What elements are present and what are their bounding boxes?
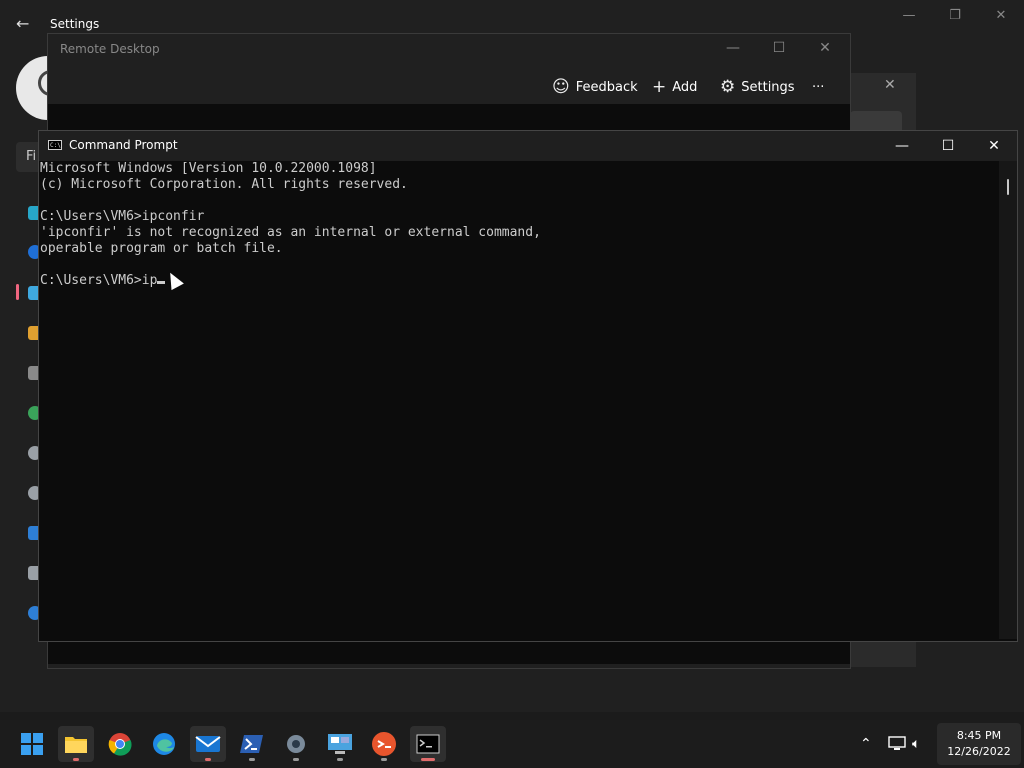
add-button[interactable]: + Add <box>652 76 697 98</box>
cmd-line: 'ipconfir' is not recognized as an inter… <box>40 225 541 240</box>
plus-icon: + <box>652 77 667 97</box>
clock-time: 8:45 PM <box>956 729 1002 742</box>
control-panel-icon[interactable] <box>322 726 358 762</box>
cmd-titlebar[interactable]: C:\ Command Prompt — ☐ ✕ <box>39 131 1017 161</box>
powershell-icon[interactable] <box>234 726 270 762</box>
gear-icon: ⚙ <box>720 77 736 97</box>
minimize-icon[interactable]: — <box>886 8 932 26</box>
remote-desktop-icon[interactable] <box>366 726 402 762</box>
windows-start-icon[interactable] <box>14 726 50 762</box>
running-indicator <box>293 758 299 761</box>
clock[interactable]: 8:45 PM 12/26/2022 <box>937 723 1021 765</box>
minimize-icon[interactable]: — <box>879 131 925 161</box>
smiley-icon: ☺ <box>552 77 570 97</box>
running-indicator <box>205 758 211 761</box>
cmd-input-line[interactable]: C:\Users\VM6>ip <box>40 273 998 289</box>
cmd-line: Microsoft Windows [Version 10.0.22000.10… <box>40 161 377 176</box>
more-options-button[interactable]: ··· <box>812 76 824 98</box>
close-icon[interactable]: ✕ <box>802 40 848 58</box>
edge-icon[interactable] <box>146 726 182 762</box>
settings-gear-icon[interactable] <box>278 726 314 762</box>
command-prompt-icon[interactable] <box>410 726 446 762</box>
back-arrow-icon[interactable]: ← <box>16 14 29 33</box>
cmd-line <box>40 193 998 209</box>
chrome-icon[interactable] <box>102 726 138 762</box>
restore-icon[interactable]: ❐ <box>932 8 978 26</box>
volume-icon[interactable]: 🔈︎ <box>912 720 920 768</box>
close-icon[interactable]: ✕ <box>978 8 1024 26</box>
feedback-label: Feedback <box>575 79 638 95</box>
maximize-icon[interactable]: ☐ <box>925 131 971 161</box>
running-indicator <box>249 758 255 761</box>
taskbar: ⌃ 🔈︎ 8:45 PM 12/26/2022 <box>0 720 1024 768</box>
running-indicator <box>421 758 435 761</box>
cmd-line: operable program or batch file. <box>40 241 283 256</box>
command-prompt-window: C:\ Command Prompt — ☐ ✕ Microsoft Windo… <box>38 130 1018 642</box>
settings-button[interactable]: ⚙ Settings <box>720 76 795 98</box>
chevron-up-icon[interactable]: ⌃ <box>860 720 872 768</box>
cmd-output[interactable]: Microsoft Windows [Version 10.0.22000.10… <box>40 161 998 639</box>
command-prompt-icon: C:\ <box>48 140 62 150</box>
maximize-icon[interactable]: ☐ <box>756 40 802 58</box>
cmd-title: Command Prompt <box>69 138 178 152</box>
sidebar-selection-indicator <box>16 284 19 300</box>
close-icon[interactable]: ✕ <box>884 77 896 93</box>
minimize-icon[interactable]: — <box>710 40 756 58</box>
settings-title: Settings <box>50 17 100 31</box>
cmd-prompt-text: C:\Users\VM6>ip <box>40 273 158 288</box>
more-icon: ··· <box>812 79 825 95</box>
network-icon[interactable] <box>888 720 906 768</box>
mail-icon[interactable] <box>190 726 226 762</box>
add-label: Add <box>672 79 698 95</box>
running-indicator <box>73 758 79 761</box>
clock-date: 12/26/2022 <box>947 745 1011 758</box>
running-indicator <box>381 758 387 761</box>
running-indicator <box>337 758 343 761</box>
cmd-line: (c) Microsoft Corporation. All rights re… <box>40 177 408 192</box>
scrollbar-thumb[interactable] <box>1007 179 1009 195</box>
feedback-button[interactable]: ☺ Feedback <box>552 76 638 98</box>
close-icon[interactable]: ✕ <box>971 131 1017 161</box>
cmd-line <box>40 257 998 273</box>
file-explorer-icon[interactable] <box>58 726 94 762</box>
remote-desktop-title: Remote Desktop <box>60 42 160 56</box>
text-cursor <box>157 281 166 284</box>
settings-label: Settings <box>741 79 795 95</box>
cmd-line: C:\Users\VM6>ipconfir <box>40 209 205 224</box>
scrollbar[interactable] <box>999 161 1017 639</box>
